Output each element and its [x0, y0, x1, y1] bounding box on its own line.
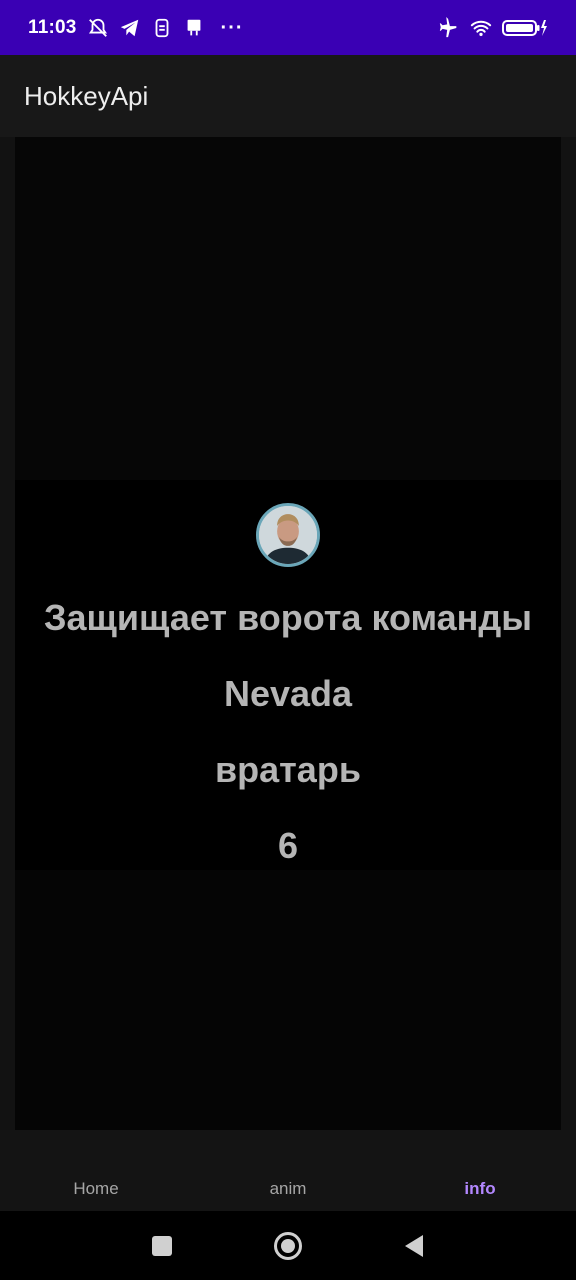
screen: 11:03 ··· HokkeyApi Защищает ворота кома…	[0, 0, 576, 1280]
player-number: 6	[277, 825, 299, 866]
bottom-navigation: Home anim info	[0, 1130, 576, 1211]
sim-icon	[151, 17, 173, 39]
telegram-icon	[119, 17, 141, 39]
triangle-back-icon	[405, 1234, 423, 1257]
system-navigation-bar	[0, 1211, 576, 1280]
player-avatar	[256, 503, 320, 567]
player-card: Защищает ворота команды Nevada вратарь 6	[15, 137, 561, 1130]
battery-charging-icon	[502, 17, 548, 39]
player-position: вратарь	[215, 749, 361, 790]
usb-icon	[183, 17, 205, 39]
status-bar: 11:03 ···	[0, 0, 576, 55]
recents-button[interactable]	[147, 1231, 177, 1261]
status-left: 11:03 ···	[28, 17, 244, 39]
home-button[interactable]	[273, 1231, 303, 1261]
airplane-mode-icon	[438, 16, 460, 39]
nav-item-anim[interactable]: anim	[192, 1179, 384, 1199]
nav-item-info[interactable]: info	[384, 1179, 576, 1199]
nav-item-home[interactable]: Home	[0, 1179, 192, 1199]
app-bar: HokkeyApi	[0, 55, 576, 137]
clock: 11:03	[28, 16, 77, 38]
circle-icon	[274, 1231, 302, 1260]
player-card-top-area	[15, 137, 561, 480]
status-right	[438, 16, 548, 39]
wifi-icon	[470, 17, 492, 39]
app-title: HokkeyApi	[24, 80, 149, 111]
team-label: Защищает ворота команды	[43, 597, 533, 638]
player-info: Защищает ворота команды Nevada вратарь 6	[15, 480, 561, 870]
more-notifications-indicator: ···	[220, 16, 244, 39]
muted-notification-icon	[87, 17, 109, 39]
square-icon	[152, 1235, 172, 1256]
back-button[interactable]	[399, 1231, 429, 1261]
team-name: Nevada	[223, 673, 353, 714]
